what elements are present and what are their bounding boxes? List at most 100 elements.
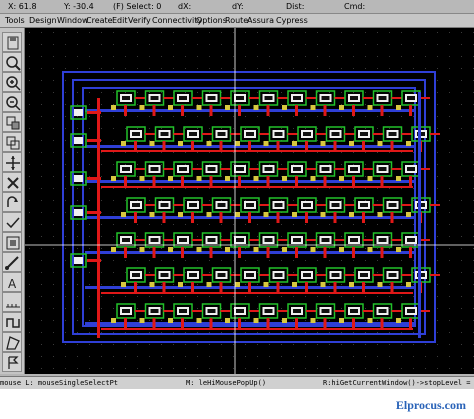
metal-wire	[363, 310, 373, 312]
dist-readout: Dist:	[286, 2, 305, 11]
contact	[253, 247, 259, 252]
metal-wire	[145, 133, 155, 135]
metal-wire	[430, 274, 440, 276]
zoom-out-icon[interactable]	[2, 92, 22, 112]
metal-wire	[420, 168, 430, 170]
menu-route[interactable]: Route	[225, 14, 248, 27]
contact	[217, 132, 226, 136]
contact	[292, 212, 297, 217]
menu-assura[interactable]: Assura	[247, 14, 274, 27]
metal-wire	[192, 239, 202, 241]
menu-cypress[interactable]: Cypress	[276, 14, 308, 27]
metal-wire	[323, 318, 327, 329]
metal-wire	[230, 204, 241, 206]
via	[74, 109, 83, 116]
metal-wire	[391, 97, 402, 99]
metal-wire	[276, 282, 280, 293]
zoom-in-icon[interactable]	[2, 72, 22, 92]
row-bus	[85, 109, 415, 112]
zoom-fit-icon[interactable]	[2, 52, 22, 72]
menu-edit[interactable]: Edit	[112, 14, 128, 27]
via	[74, 209, 83, 216]
menu-verify[interactable]: Verify	[128, 14, 151, 27]
metal-wire	[202, 274, 212, 276]
mouse-left-binding: mouse L: mouseSingleSelectPt	[0, 379, 119, 387]
layout-drawing[interactable]	[25, 28, 474, 374]
contact	[132, 132, 140, 136]
metal-wire	[192, 310, 202, 312]
metal-wire	[323, 105, 327, 116]
layout-canvas[interactable]	[25, 28, 474, 374]
mouse-right-binding: R:hiGetCurrentWindow()->stopLevel = 2	[323, 379, 474, 387]
contact	[377, 141, 383, 146]
via	[74, 257, 83, 264]
menu-design[interactable]: Design	[29, 14, 57, 27]
metal-wire	[277, 310, 288, 312]
metal-wire	[135, 97, 145, 99]
metal-wire	[238, 247, 241, 258]
metal-wire	[266, 176, 270, 187]
metal-wire	[173, 204, 184, 206]
delete-icon[interactable]	[2, 172, 22, 192]
metal-wire	[295, 318, 298, 329]
contact	[321, 309, 330, 313]
menu-create[interactable]: Create	[86, 14, 113, 27]
contact	[253, 105, 259, 110]
x-coordinate: X: 61.8	[8, 2, 37, 11]
wire-icon[interactable]	[2, 312, 22, 332]
contact	[196, 176, 202, 181]
contact	[121, 141, 126, 146]
menu-options[interactable]: Options	[196, 14, 227, 27]
metal-wire	[306, 310, 316, 312]
metal-wire	[181, 318, 184, 329]
metal-wire	[295, 105, 298, 116]
contact	[360, 203, 368, 207]
metal-wire	[191, 282, 194, 293]
contact	[339, 247, 344, 252]
metal-wire	[266, 105, 270, 116]
instance-icon[interactable]	[2, 232, 22, 252]
tool-palette: A	[0, 28, 25, 374]
polygon-icon[interactable]	[2, 332, 22, 352]
stretch-icon[interactable]	[2, 112, 22, 132]
move-icon[interactable]	[2, 152, 22, 172]
label-icon[interactable]: A	[2, 272, 22, 292]
contact	[206, 212, 212, 217]
metal-wire	[401, 204, 412, 206]
copy-icon[interactable]	[2, 132, 22, 152]
contact	[235, 212, 240, 217]
contact	[303, 273, 311, 277]
metal-wire	[373, 274, 383, 276]
pin-icon[interactable]	[2, 352, 22, 372]
contact	[406, 141, 411, 146]
property-icon[interactable]	[2, 212, 22, 232]
menu-window[interactable]: Window	[57, 14, 89, 27]
metal-wire	[305, 282, 308, 293]
contact	[160, 132, 169, 136]
metal-wire	[101, 186, 413, 188]
contact	[310, 176, 316, 181]
contact	[407, 96, 415, 100]
metal-wire	[316, 133, 326, 135]
metal-wire	[124, 318, 127, 329]
contact	[150, 96, 159, 100]
menu-connectivity[interactable]: Connectivity	[152, 14, 202, 27]
metal-wire	[333, 282, 337, 293]
save-icon[interactable]	[2, 32, 22, 52]
metal-wire	[134, 282, 137, 293]
metal-wire	[135, 239, 145, 241]
contact	[264, 238, 273, 242]
contact	[282, 318, 287, 323]
dy-readout: dY:	[232, 2, 244, 11]
undo-icon[interactable]	[2, 192, 22, 212]
contact	[367, 247, 373, 252]
metal-wire	[173, 133, 184, 135]
contact	[217, 203, 226, 207]
metal-wire	[430, 133, 440, 135]
contact	[321, 238, 330, 242]
ruler-icon[interactable]	[2, 292, 22, 312]
menu-tools[interactable]: Tools	[5, 14, 25, 27]
metal-wire	[162, 282, 166, 293]
path-icon[interactable]	[2, 252, 22, 272]
metal-wire	[163, 239, 174, 241]
